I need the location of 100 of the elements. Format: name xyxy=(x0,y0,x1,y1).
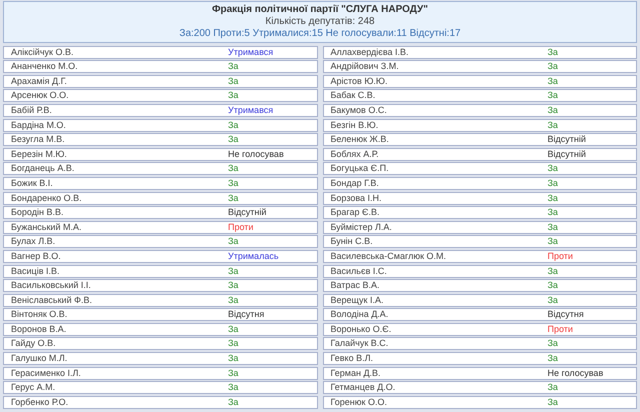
deputy-name: Бабак С.В. xyxy=(330,90,376,102)
vote-result: За xyxy=(548,266,558,276)
vote-result: За xyxy=(548,353,558,364)
vote-result: За xyxy=(548,90,558,102)
deputy-name: Андрійович З.М. xyxy=(330,61,400,72)
deputy-name: Борзова І.Н. xyxy=(330,192,383,204)
deputy-name: Богуцька Є.П. xyxy=(330,163,390,174)
deputy-name: Воронов В.А. xyxy=(11,324,68,335)
faction-title: Фракція політичної партії "СЛУГА НАРОДУ" xyxy=(212,4,428,16)
deputy-name: Бакумов О.С. xyxy=(330,104,388,116)
deputy-name: Гевко В.Л. xyxy=(330,353,374,364)
deputy-name: Аліксійчук О.В. xyxy=(11,46,74,58)
vote-result: Відсутній xyxy=(228,207,266,218)
deputy-name: Бондаренко О.В. xyxy=(11,192,83,204)
deputy-name: Вінтоняк О.В. xyxy=(11,309,68,320)
vote-result: Проти xyxy=(548,250,573,262)
vote-result: Проти xyxy=(548,324,573,335)
vote-result: За xyxy=(228,134,238,146)
deputy-name: Горбенко Р.О. xyxy=(11,396,70,408)
vote-result: За xyxy=(228,76,238,87)
vote-result: За xyxy=(548,382,558,394)
vote-summary: За:200 Проти:5 Утрималися:15 Не голосували:11 Відсутні:17 xyxy=(179,28,461,40)
deputy-name: Галайчук В.С. xyxy=(330,338,390,350)
deputy-name: Арістов Ю.Ю. xyxy=(330,76,389,87)
deputy-name: Арахамія Д.Г. xyxy=(11,76,68,87)
vote-result: За xyxy=(228,120,238,131)
deputy-name: Володіна Д.А. xyxy=(330,309,390,320)
vote-result: Відсутній xyxy=(548,148,586,160)
vote-result: За xyxy=(548,120,558,131)
vote-result: Не голосував xyxy=(228,148,284,160)
deputy-name: Бардіна М.О. xyxy=(11,120,67,131)
deputy-name: Васиців І.В. xyxy=(11,266,60,276)
deputy-name: Бужанський М.А. xyxy=(11,222,82,233)
vote-result: Утримався xyxy=(228,46,274,58)
vote-result: За xyxy=(228,324,238,335)
vote-result: За xyxy=(548,294,558,306)
deputy-name: Буймістер Л.А. xyxy=(330,222,393,233)
deputy-name: Брагар Є.В. xyxy=(330,207,380,218)
vote-result: Утримався xyxy=(228,104,274,116)
vote-result: Утрималась xyxy=(228,250,279,262)
vote-result: За xyxy=(228,338,238,350)
deputy-count: Кількість депутатів: 248 xyxy=(265,16,375,28)
deputy-name: Гайду О.В. xyxy=(11,338,57,350)
vote-result: За xyxy=(228,236,238,248)
deputy-name: Аллахвердієва І.В. xyxy=(330,46,410,58)
deputy-name: Бунін С.В. xyxy=(330,236,374,248)
vote-result: За xyxy=(228,163,238,174)
vote-result: За xyxy=(228,353,238,364)
deputy-name: Василевська-Смаглюк О.М. xyxy=(330,250,448,262)
deputy-name: Березін М.Ю. xyxy=(11,148,68,160)
vote-result: За xyxy=(548,104,558,116)
deputy-name: Безугла М.В. xyxy=(11,134,66,146)
deputy-name: Васильковський І.І. xyxy=(11,280,92,292)
deputy-name: Булах Л.В. xyxy=(11,236,56,248)
deputy-name: Ватрас В.А. xyxy=(330,280,380,292)
vote-result: За xyxy=(548,222,558,233)
deputy-name: Галушко М.Л. xyxy=(11,353,68,364)
vote-result: За xyxy=(548,76,558,87)
deputy-name: Гетманцев Д.О. xyxy=(330,382,396,394)
vote-result: За xyxy=(548,236,558,248)
vote-result: Відсутня xyxy=(548,309,584,320)
deputy-name: Бородін В.В. xyxy=(11,207,64,218)
vote-result: Відсутній xyxy=(548,134,586,146)
deputy-name: Горенюк О.О. xyxy=(330,396,388,408)
vote-result: За xyxy=(548,280,558,292)
deputy-name: Веніславський Ф.В. xyxy=(11,294,93,306)
vote-result: За xyxy=(228,368,238,379)
vote-result: Проти xyxy=(228,222,254,233)
vote-result: За xyxy=(548,338,558,350)
deputy-name: Боблях А.Р. xyxy=(330,148,380,160)
vote-result: За xyxy=(228,61,238,72)
deputy-name: Ананченко М.О. xyxy=(11,61,79,72)
deputy-name: Божик В.І. xyxy=(11,178,54,189)
vote-result: За xyxy=(228,266,238,276)
deputy-name: Герасименко І.Л. xyxy=(11,368,82,379)
vote-result: За xyxy=(548,207,558,218)
vote-result: За xyxy=(228,178,238,189)
vote-result: За xyxy=(548,61,558,72)
deputy-name: Герман Д.В. xyxy=(330,368,382,379)
deputy-name: Бабій Р.В. xyxy=(11,104,53,116)
deputy-name: Бондар Г.В. xyxy=(330,178,380,189)
vote-result: За xyxy=(228,396,238,408)
vote-result: За xyxy=(228,90,238,102)
vote-result: Не голосував xyxy=(548,368,604,379)
vote-result: За xyxy=(548,46,558,58)
vote-result: За xyxy=(548,163,558,174)
deputy-name: Васильєв І.С. xyxy=(330,266,388,276)
deputy-name: Герус А.М. xyxy=(11,382,56,394)
vote-result: За xyxy=(228,382,238,394)
vote-result: Відсутня xyxy=(228,309,264,320)
deputy-name: Верещук І.А. xyxy=(330,294,384,306)
deputy-name: Арсенюк О.О. xyxy=(11,90,70,102)
vote-result: За xyxy=(548,178,558,189)
deputy-name: Воронько О.Є. xyxy=(330,324,392,335)
vote-result: За xyxy=(548,192,558,204)
vote-result: За xyxy=(228,192,238,204)
deputy-name: Беленюк Ж.В. xyxy=(330,134,390,146)
vote-result: За xyxy=(228,294,238,306)
deputy-name: Вагнер В.О. xyxy=(11,250,62,262)
vote-result: За xyxy=(228,280,238,292)
